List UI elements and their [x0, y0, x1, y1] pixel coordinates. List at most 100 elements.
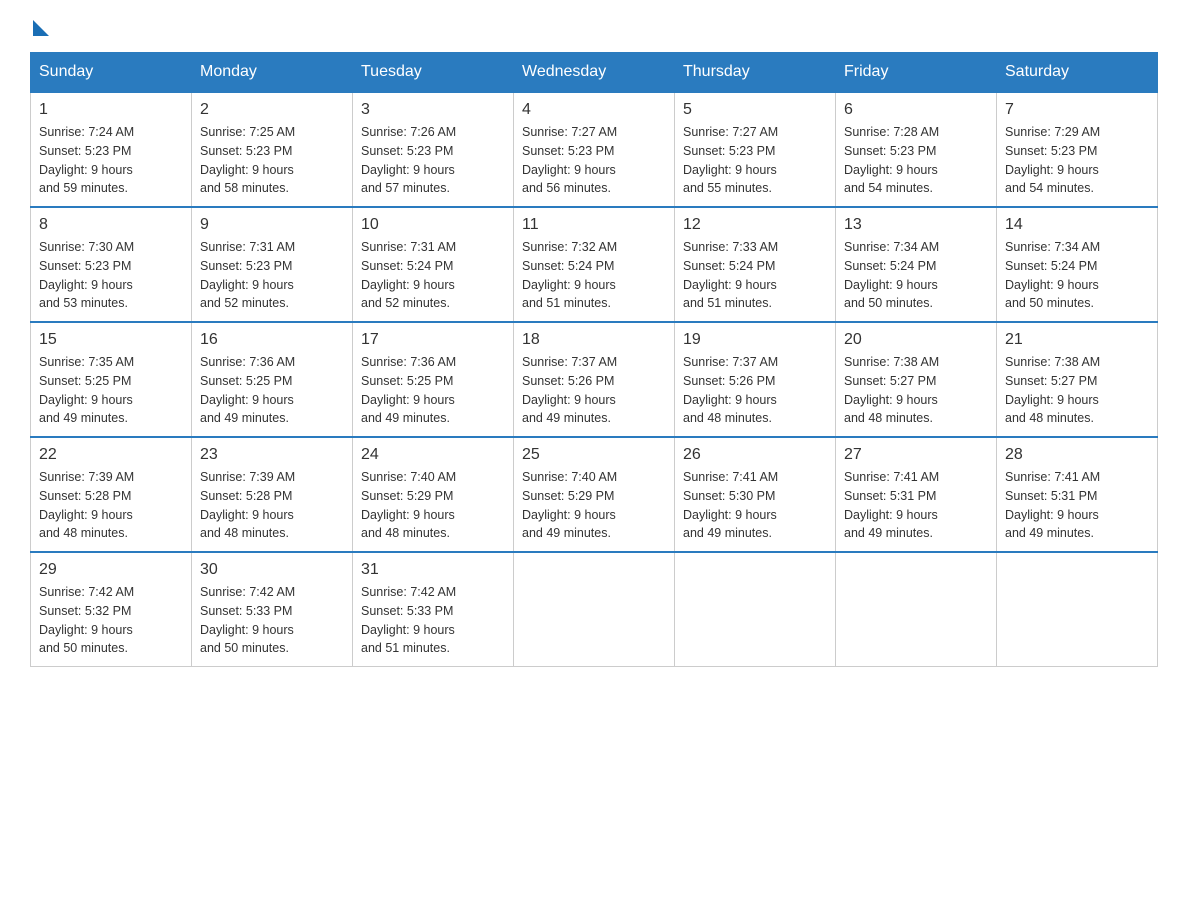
day-info: Sunrise: 7:26 AMSunset: 5:23 PMDaylight:… — [361, 123, 505, 198]
calendar-header-thursday: Thursday — [675, 53, 836, 93]
calendar-cell: 10 Sunrise: 7:31 AMSunset: 5:24 PMDayligh… — [353, 207, 514, 322]
day-number: 1 — [39, 101, 183, 119]
calendar-cell: 13 Sunrise: 7:34 AMSunset: 5:24 PMDayligh… — [836, 207, 997, 322]
calendar-table: SundayMondayTuesdayWednesdayThursdayFrid… — [30, 52, 1158, 667]
day-info: Sunrise: 7:40 AMSunset: 5:29 PMDaylight:… — [522, 468, 666, 543]
calendar-header-row: SundayMondayTuesdayWednesdayThursdayFrid… — [31, 53, 1158, 93]
day-number: 18 — [522, 331, 666, 349]
logo-general-text — [30, 20, 49, 36]
day-info: Sunrise: 7:32 AMSunset: 5:24 PMDaylight:… — [522, 238, 666, 313]
logo — [30, 20, 49, 32]
day-number: 13 — [844, 216, 988, 234]
day-number: 6 — [844, 101, 988, 119]
calendar-week-row: 1 Sunrise: 7:24 AMSunset: 5:23 PMDaylight… — [31, 92, 1158, 207]
day-number: 19 — [683, 331, 827, 349]
calendar-cell: 24 Sunrise: 7:40 AMSunset: 5:29 PMDayligh… — [353, 437, 514, 552]
calendar-cell: 14 Sunrise: 7:34 AMSunset: 5:24 PMDayligh… — [997, 207, 1158, 322]
day-number: 5 — [683, 101, 827, 119]
day-number: 27 — [844, 446, 988, 464]
calendar-cell: 21Sunrise: 7:38 AMSunset: 5:27 PMDayligh… — [997, 322, 1158, 437]
logo-triangle-icon — [33, 20, 49, 36]
day-number: 2 — [200, 101, 344, 119]
calendar-header-tuesday: Tuesday — [353, 53, 514, 93]
calendar-cell — [514, 552, 675, 667]
day-info: Sunrise: 7:36 AMSunset: 5:25 PMDaylight:… — [200, 353, 344, 428]
day-number: 3 — [361, 101, 505, 119]
day-number: 24 — [361, 446, 505, 464]
day-number: 7 — [1005, 101, 1149, 119]
calendar-cell: 31 Sunrise: 7:42 AMSunset: 5:33 PMDayligh… — [353, 552, 514, 667]
day-info: Sunrise: 7:31 AMSunset: 5:24 PMDaylight:… — [361, 238, 505, 313]
day-info: Sunrise: 7:36 AMSunset: 5:25 PMDaylight:… — [361, 353, 505, 428]
day-number: 14 — [1005, 216, 1149, 234]
day-number: 25 — [522, 446, 666, 464]
day-info: Sunrise: 7:30 AMSunset: 5:23 PMDaylight:… — [39, 238, 183, 313]
day-number: 4 — [522, 101, 666, 119]
day-number: 30 — [200, 561, 344, 579]
day-info: Sunrise: 7:41 AMSunset: 5:30 PMDaylight:… — [683, 468, 827, 543]
day-info: Sunrise: 7:35 AMSunset: 5:25 PMDaylight:… — [39, 353, 183, 428]
day-info: Sunrise: 7:25 AMSunset: 5:23 PMDaylight:… — [200, 123, 344, 198]
calendar-cell: 5 Sunrise: 7:27 AMSunset: 5:23 PMDaylight… — [675, 92, 836, 207]
calendar-cell: 18 Sunrise: 7:37 AMSunset: 5:26 PMDayligh… — [514, 322, 675, 437]
calendar-week-row: 15 Sunrise: 7:35 AMSunset: 5:25 PMDayligh… — [31, 322, 1158, 437]
day-info: Sunrise: 7:38 AMSunset: 5:27 PMDaylight:… — [1005, 353, 1149, 428]
day-info: Sunrise: 7:34 AMSunset: 5:24 PMDaylight:… — [1005, 238, 1149, 313]
calendar-header-sunday: Sunday — [31, 53, 192, 93]
calendar-header-friday: Friday — [836, 53, 997, 93]
day-number: 15 — [39, 331, 183, 349]
day-info: Sunrise: 7:28 AMSunset: 5:23 PMDaylight:… — [844, 123, 988, 198]
calendar-week-row: 22 Sunrise: 7:39 AMSunset: 5:28 PMDayligh… — [31, 437, 1158, 552]
day-info: Sunrise: 7:39 AMSunset: 5:28 PMDaylight:… — [200, 468, 344, 543]
day-info: Sunrise: 7:37 AMSunset: 5:26 PMDaylight:… — [683, 353, 827, 428]
day-info: Sunrise: 7:40 AMSunset: 5:29 PMDaylight:… — [361, 468, 505, 543]
calendar-header-monday: Monday — [192, 53, 353, 93]
calendar-week-row: 8 Sunrise: 7:30 AMSunset: 5:23 PMDaylight… — [31, 207, 1158, 322]
day-number: 28 — [1005, 446, 1149, 464]
day-number: 10 — [361, 216, 505, 234]
day-info: Sunrise: 7:41 AMSunset: 5:31 PMDaylight:… — [1005, 468, 1149, 543]
calendar-cell — [675, 552, 836, 667]
day-info: Sunrise: 7:37 AMSunset: 5:26 PMDaylight:… — [522, 353, 666, 428]
day-number: 9 — [200, 216, 344, 234]
day-number: 31 — [361, 561, 505, 579]
day-number: 17 — [361, 331, 505, 349]
calendar-cell: 26Sunrise: 7:41 AMSunset: 5:30 PMDayligh… — [675, 437, 836, 552]
day-number: 8 — [39, 216, 183, 234]
calendar-cell — [836, 552, 997, 667]
calendar-cell — [997, 552, 1158, 667]
day-number: 22 — [39, 446, 183, 464]
day-info: Sunrise: 7:34 AMSunset: 5:24 PMDaylight:… — [844, 238, 988, 313]
day-number: 23 — [200, 446, 344, 464]
calendar-cell: 15 Sunrise: 7:35 AMSunset: 5:25 PMDayligh… — [31, 322, 192, 437]
day-info: Sunrise: 7:42 AMSunset: 5:33 PMDaylight:… — [200, 583, 344, 658]
calendar-header-saturday: Saturday — [997, 53, 1158, 93]
day-info: Sunrise: 7:24 AMSunset: 5:23 PMDaylight:… — [39, 123, 183, 198]
calendar-cell: 20 Sunrise: 7:38 AMSunset: 5:27 PMDayligh… — [836, 322, 997, 437]
day-info: Sunrise: 7:39 AMSunset: 5:28 PMDaylight:… — [39, 468, 183, 543]
calendar-cell: 22 Sunrise: 7:39 AMSunset: 5:28 PMDayligh… — [31, 437, 192, 552]
day-info: Sunrise: 7:27 AMSunset: 5:23 PMDaylight:… — [683, 123, 827, 198]
calendar-cell: 1 Sunrise: 7:24 AMSunset: 5:23 PMDaylight… — [31, 92, 192, 207]
calendar-cell: 8 Sunrise: 7:30 AMSunset: 5:23 PMDaylight… — [31, 207, 192, 322]
day-info: Sunrise: 7:38 AMSunset: 5:27 PMDaylight:… — [844, 353, 988, 428]
day-number: 16 — [200, 331, 344, 349]
day-number: 20 — [844, 331, 988, 349]
calendar-cell: 16 Sunrise: 7:36 AMSunset: 5:25 PMDayligh… — [192, 322, 353, 437]
day-info: Sunrise: 7:31 AMSunset: 5:23 PMDaylight:… — [200, 238, 344, 313]
calendar-cell: 11 Sunrise: 7:32 AMSunset: 5:24 PMDayligh… — [514, 207, 675, 322]
calendar-cell: 17 Sunrise: 7:36 AMSunset: 5:25 PMDayligh… — [353, 322, 514, 437]
day-number: 11 — [522, 216, 666, 234]
calendar-cell: 7 Sunrise: 7:29 AMSunset: 5:23 PMDaylight… — [997, 92, 1158, 207]
day-info: Sunrise: 7:29 AMSunset: 5:23 PMDaylight:… — [1005, 123, 1149, 198]
page-header — [30, 20, 1158, 32]
calendar-cell: 2 Sunrise: 7:25 AMSunset: 5:23 PMDaylight… — [192, 92, 353, 207]
day-info: Sunrise: 7:27 AMSunset: 5:23 PMDaylight:… — [522, 123, 666, 198]
day-info: Sunrise: 7:42 AMSunset: 5:33 PMDaylight:… — [361, 583, 505, 658]
calendar-cell: 25 Sunrise: 7:40 AMSunset: 5:29 PMDayligh… — [514, 437, 675, 552]
calendar-cell: 12Sunrise: 7:33 AMSunset: 5:24 PMDayligh… — [675, 207, 836, 322]
calendar-cell: 29Sunrise: 7:42 AMSunset: 5:32 PMDayligh… — [31, 552, 192, 667]
calendar-cell: 3 Sunrise: 7:26 AMSunset: 5:23 PMDaylight… — [353, 92, 514, 207]
day-info: Sunrise: 7:41 AMSunset: 5:31 PMDaylight:… — [844, 468, 988, 543]
calendar-week-row: 29Sunrise: 7:42 AMSunset: 5:32 PMDayligh… — [31, 552, 1158, 667]
